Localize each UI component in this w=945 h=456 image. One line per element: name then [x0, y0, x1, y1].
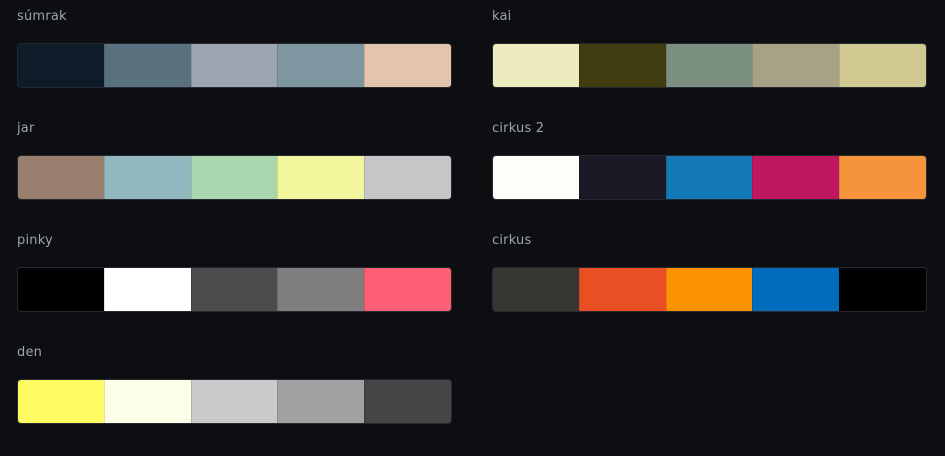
palette-name: cirkus 2 [492, 121, 545, 136]
palette-den: den [17, 345, 452, 424]
palette-pinky: pinky [17, 233, 452, 312]
color-swatch[interactable] [364, 380, 451, 423]
color-swatch[interactable] [103, 44, 191, 87]
palette-name: pinky [17, 233, 53, 248]
color-swatch[interactable] [277, 44, 365, 87]
color-swatch[interactable] [18, 268, 104, 311]
palette-cirkus: cirkus [492, 233, 927, 312]
color-swatch[interactable] [277, 156, 365, 199]
color-swatch[interactable] [18, 44, 104, 87]
swatch-strip[interactable] [492, 267, 927, 312]
palette-name: kai [492, 9, 512, 24]
color-swatch[interactable] [190, 44, 278, 87]
color-swatch[interactable] [364, 268, 451, 311]
color-swatch[interactable] [752, 44, 840, 87]
color-swatch[interactable] [190, 156, 278, 199]
color-swatch[interactable] [493, 44, 579, 87]
color-swatch[interactable] [103, 268, 191, 311]
swatch-strip[interactable] [492, 155, 927, 200]
color-swatch[interactable] [839, 268, 926, 311]
color-swatch[interactable] [103, 380, 191, 423]
swatch-strip[interactable] [17, 379, 452, 424]
color-swatch[interactable] [752, 156, 840, 199]
color-swatch[interactable] [665, 268, 753, 311]
swatch-strip[interactable] [17, 155, 452, 200]
swatch-strip[interactable] [17, 43, 452, 88]
color-swatch[interactable] [665, 44, 753, 87]
color-swatch[interactable] [493, 268, 579, 311]
color-swatch[interactable] [839, 156, 926, 199]
color-swatch[interactable] [364, 44, 451, 87]
palette-cirkus-2: cirkus 2 [492, 121, 927, 200]
color-swatch[interactable] [578, 156, 666, 199]
palette-jar: jar [17, 121, 452, 200]
palette-kai: kai [492, 9, 927, 88]
color-swatch[interactable] [364, 156, 451, 199]
swatch-strip[interactable] [492, 43, 927, 88]
color-swatch[interactable] [190, 268, 278, 311]
color-swatch[interactable] [578, 44, 666, 87]
palette-name: súmrak [17, 9, 67, 24]
color-swatch[interactable] [665, 156, 753, 199]
palette-name: jar [17, 121, 35, 136]
palette-sumrak: súmrak [17, 9, 452, 88]
swatch-strip[interactable] [17, 267, 452, 312]
color-swatch[interactable] [752, 268, 840, 311]
color-swatch[interactable] [18, 156, 104, 199]
palette-name: den [17, 345, 43, 360]
color-swatch[interactable] [190, 380, 278, 423]
color-swatch[interactable] [277, 268, 365, 311]
color-swatch[interactable] [493, 156, 579, 199]
color-swatch[interactable] [103, 156, 191, 199]
palette-name: cirkus [492, 233, 532, 248]
color-swatch[interactable] [18, 380, 104, 423]
color-swatch[interactable] [277, 380, 365, 423]
color-swatch[interactable] [578, 268, 666, 311]
color-swatch[interactable] [839, 44, 926, 87]
